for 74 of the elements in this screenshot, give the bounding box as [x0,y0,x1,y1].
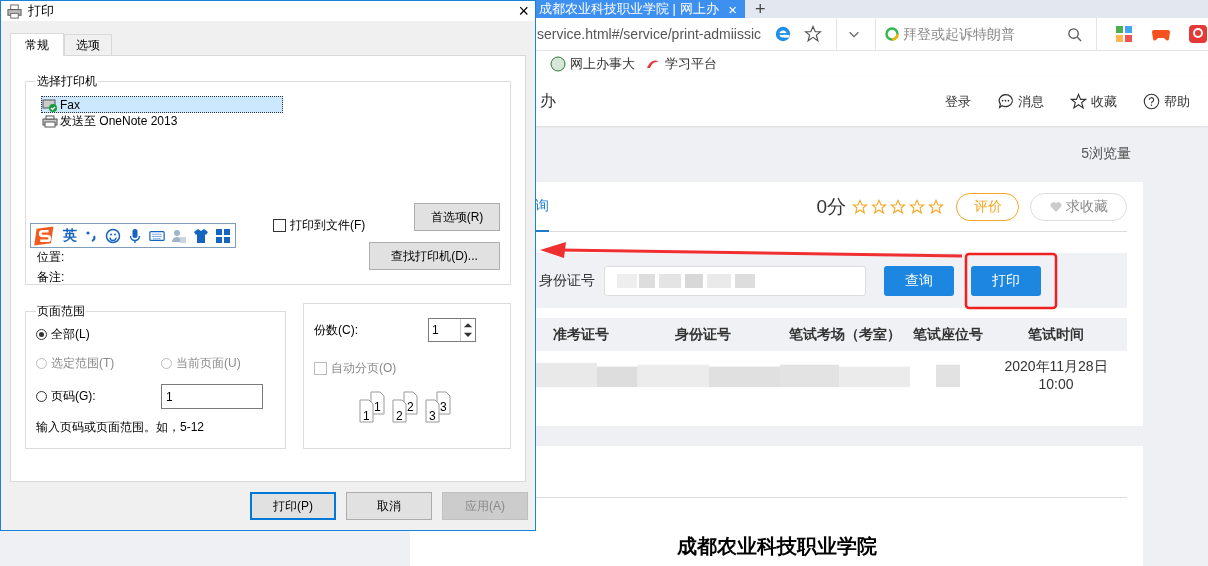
fax-icon [42,96,58,113]
page-number-field[interactable]: 1 [161,384,263,409]
dialog-tab[interactable]: 选项 [64,34,112,55]
column-header: 笔试考场（考室） [788,325,902,344]
column-header: 身份证号 [673,325,732,344]
print-button[interactable]: 打印 [971,265,1041,296]
rating-star-icon[interactable] [852,198,868,215]
apps-grid-icon[interactable] [1114,24,1134,44]
nav-link[interactable]: 收藏 [1091,92,1117,111]
ring-icon [884,26,901,42]
search-button[interactable]: 查询 [884,265,954,296]
address-field[interactable]: service.html#/service/print-admiissic [537,26,765,42]
printer-icon [42,113,58,130]
radio-label: 当前页面(U) [176,355,241,372]
printer-item[interactable]: Fax [41,96,283,113]
column-header: 笔试座位号 [911,325,984,344]
dialog-title: 打印 [28,2,54,20]
help-icon [1143,93,1160,111]
copies-spinner[interactable]: 1 [428,318,476,342]
preferences-button[interactable]: 首选项(R) [414,203,500,231]
page-heading: 成都农业科技职业学院 [676,534,877,559]
radio-label: 选定范围(T) [51,355,115,372]
copies-label: 份数(C): [314,321,358,339]
bookmark-star-icon[interactable] [804,25,823,43]
smiley-icon[interactable] [105,227,121,244]
rating-star-icon[interactable] [928,198,944,215]
id-number-field[interactable] [604,265,866,296]
nav-link[interactable]: 帮助 [1164,92,1190,111]
search-field[interactable]: 拜登或起诉特朗普 [903,26,1064,42]
dialog-button[interactable]: 取消 [346,492,432,520]
close-button[interactable]: × [518,0,529,22]
rating-star-icon[interactable] [909,198,925,215]
app-icon[interactable] [1188,24,1208,44]
nav-link[interactable]: 登录 [945,92,971,111]
collate-drawing: 1 1 2 2 3 3 [359,391,451,423]
bookmark-link[interactable]: 网上办事大 [570,55,635,74]
new-tab-button[interactable]: + [755,0,766,18]
checkbox[interactable] [273,219,286,232]
radio-label: 全部(L) [51,326,90,343]
group-title: 页面范围 [36,303,86,320]
find-printer-button[interactable]: 查找打印机(D)... [369,242,500,270]
microphone-icon[interactable] [127,227,143,244]
radio-button[interactable] [36,329,47,340]
chat-icon [997,93,1014,111]
bookmark-link[interactable]: 学习平台 [665,55,717,74]
view-count: 5浏览量 [1081,145,1131,163]
table-cell-text: 2020年11月28日 10:00 [1003,358,1109,392]
radio-label: 页码(G): [51,388,96,405]
dialog-tab[interactable]: 常规 [10,33,64,56]
printer-item[interactable]: 发送至 OneNote 2013 [41,113,283,130]
search-icon[interactable] [1067,26,1083,42]
emblem-icon [550,56,566,73]
favorite-button[interactable]: 求收藏 [1030,192,1127,221]
comment-label: 备注: [37,270,66,284]
dialog-button[interactable]: 打印(P) [250,492,336,520]
grid-icon[interactable] [215,227,231,244]
hint-text: 输入页码或页面范围。如，5-12 [36,419,206,436]
checkbox-label: 打印到文件(F) [290,217,366,234]
group-title: 选择打印机 [36,73,98,90]
column-header: 准考证号 [551,325,610,344]
heart-icon [1049,199,1063,214]
star-icon [1070,93,1087,111]
rating-star-icon[interactable] [871,198,887,215]
column-header: 笔试时间 [1027,325,1085,344]
score-text: 0分 [816,194,846,219]
input-mode-toggle[interactable]: 英 [63,226,77,245]
rating-star-icon[interactable] [890,198,906,215]
radio-button[interactable] [36,391,47,402]
location-label: 位置: [37,250,66,264]
checkbox-label: 自动分页(O) [331,360,397,377]
field-label: 身份证号 [539,271,595,290]
site-title: 办 [540,91,556,112]
nav-link[interactable]: 消息 [1018,92,1044,111]
shirt-icon[interactable] [193,227,209,244]
